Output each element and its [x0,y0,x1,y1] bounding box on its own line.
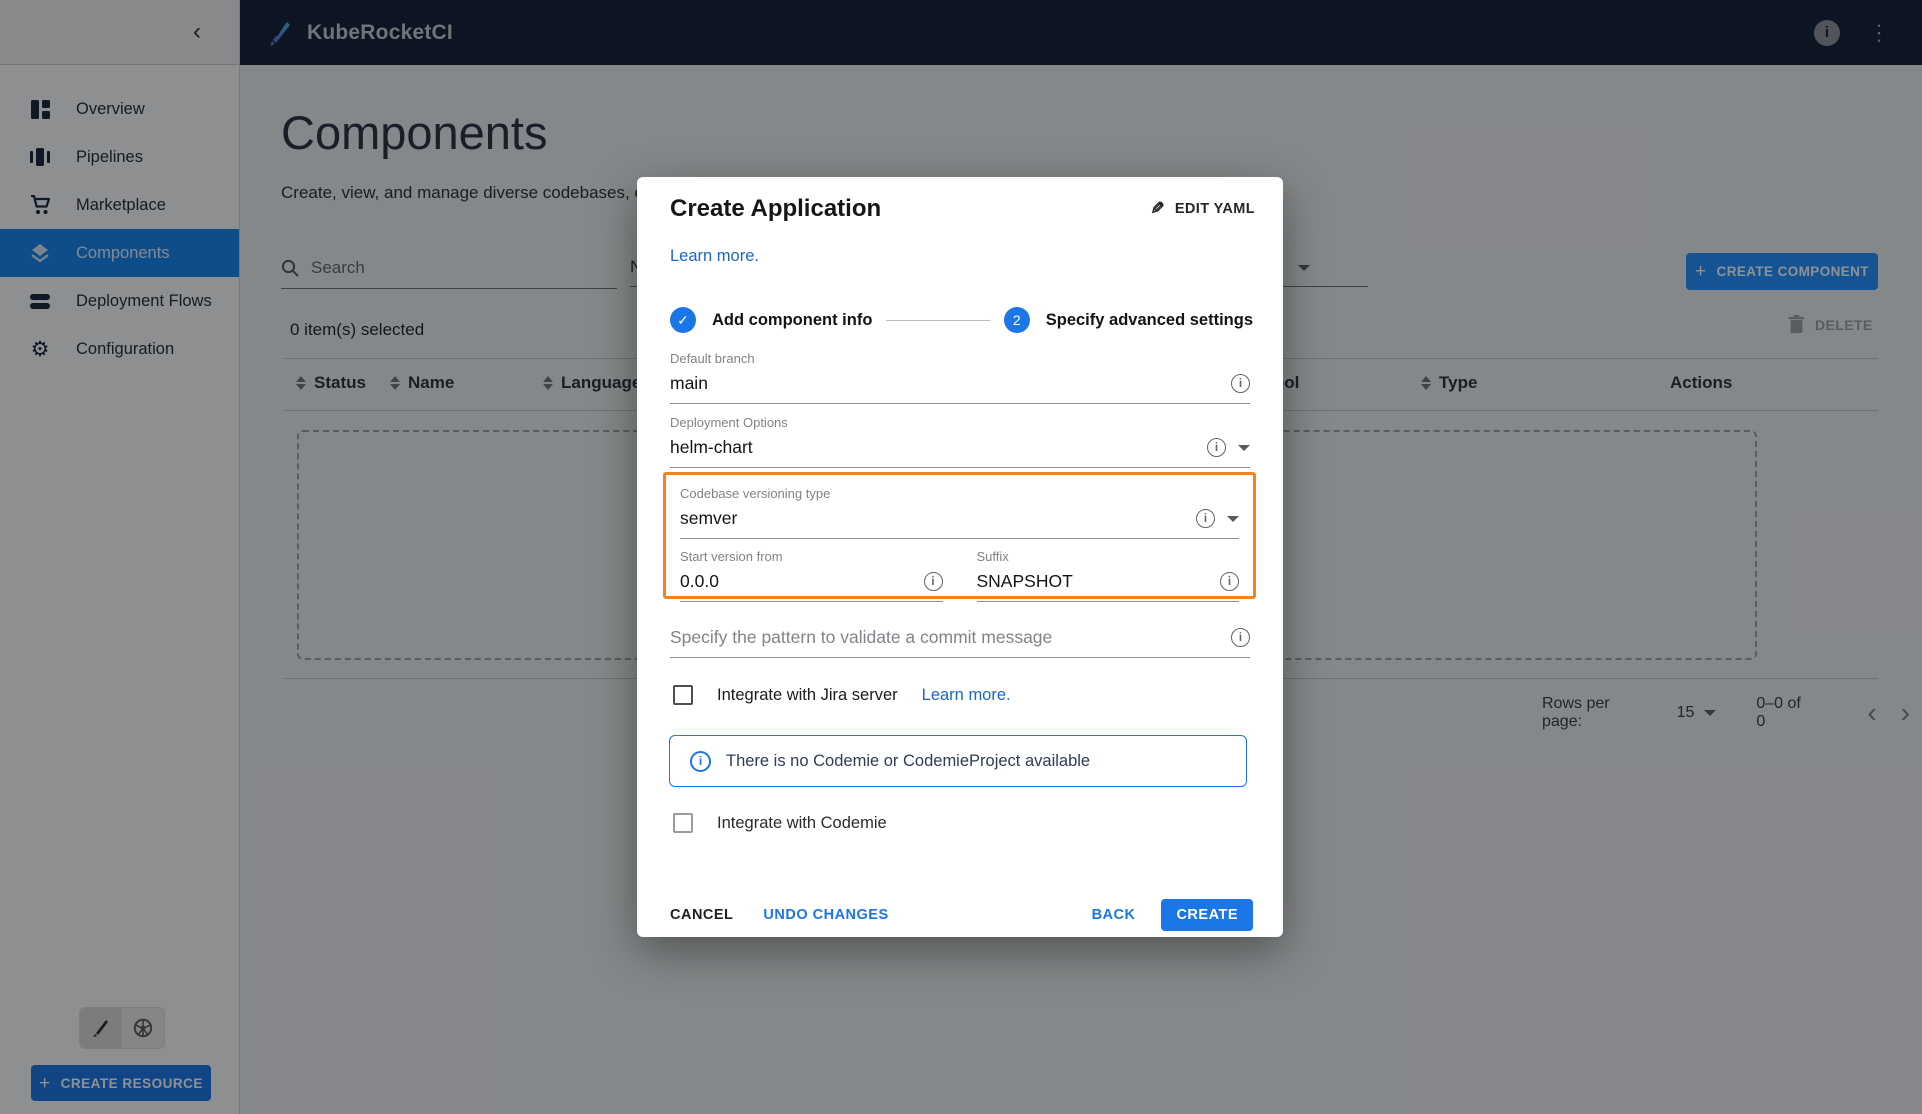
start-version-from-field: Start version from i [680,549,943,602]
codemie-checkbox-label: Integrate with Codemie [717,813,887,832]
field-label: Start version from [680,549,783,564]
jira-integration-row: Integrate with Jira server Learn more. [673,685,1011,705]
info-icon: i [690,750,711,772]
chevron-down-icon[interactable] [1227,515,1239,522]
codemie-integration-row: Integrate with Codemie [673,813,887,833]
dialog-title: Create Application [670,195,882,222]
default-branch-field: Default branch i [670,351,1250,404]
jira-learn-more-link[interactable]: Learn more. [922,686,1011,705]
default-branch-input[interactable] [670,373,1219,394]
info-icon[interactable]: i [1207,438,1226,457]
versioning-highlight-box: Codebase versioning type i Start version… [663,472,1256,602]
deployment-options-field: Deployment Options i [670,415,1250,468]
back-button[interactable]: BACK [1084,901,1144,929]
start-version-from-input[interactable] [680,571,912,592]
step-add-component-info[interactable]: ✓ Add component info [670,307,872,333]
jira-checkbox[interactable] [673,685,693,705]
stepper: ✓ Add component info 2 Specify advanced … [670,307,1253,333]
dialog-footer: CANCEL UNDO CHANGES BACK CREATE [670,899,1253,931]
field-label: Suffix [976,549,1009,564]
codemie-checkbox[interactable] [673,813,693,833]
commit-message-pattern-field: i [670,627,1250,658]
learn-more-link[interactable]: Learn more. [670,247,759,266]
info-icon[interactable]: i [1231,374,1250,393]
app-screen: KubeRocketCI i ⋮ ‹ Overview Pipelines Ma… [0,0,1922,1114]
codemie-info-alert: i There is no Codemie or CodemieProject … [669,735,1247,787]
suffix-field: Suffix i [976,549,1239,602]
info-icon[interactable]: i [1220,572,1239,591]
alert-text: There is no Codemie or CodemieProject av… [726,751,1091,770]
chevron-down-icon[interactable] [1238,444,1250,451]
pencil-icon: ✎ [1150,199,1165,218]
suffix-input[interactable] [976,571,1208,592]
step-check-icon: ✓ [670,307,696,333]
info-icon[interactable]: i [923,572,943,591]
edit-yaml-button[interactable]: ✎ EDIT YAML [1150,199,1255,219]
step-connector [886,319,990,321]
info-icon[interactable]: i [1231,628,1250,647]
deployment-options-select[interactable] [670,437,1195,458]
step-number: 2 [1003,307,1030,333]
cancel-button[interactable]: CANCEL [662,901,741,929]
undo-changes-button[interactable]: UNDO CHANGES [755,901,896,929]
step-specify-advanced-settings[interactable]: 2 Specify advanced settings [1003,307,1253,333]
info-icon[interactable]: i [1196,509,1215,528]
create-button[interactable]: CREATE [1161,899,1253,931]
create-application-dialog: Create Application ✎ EDIT YAML Learn mor… [637,177,1283,937]
codebase-versioning-type-select[interactable] [680,508,1184,529]
field-label: Default branch [670,351,755,366]
field-label: Codebase versioning type [680,486,831,501]
jira-checkbox-label: Integrate with Jira server [717,685,898,704]
field-label: Deployment Options [670,415,788,430]
codebase-versioning-type-field: Codebase versioning type i [680,486,1239,539]
commit-message-pattern-input[interactable] [670,627,1219,648]
